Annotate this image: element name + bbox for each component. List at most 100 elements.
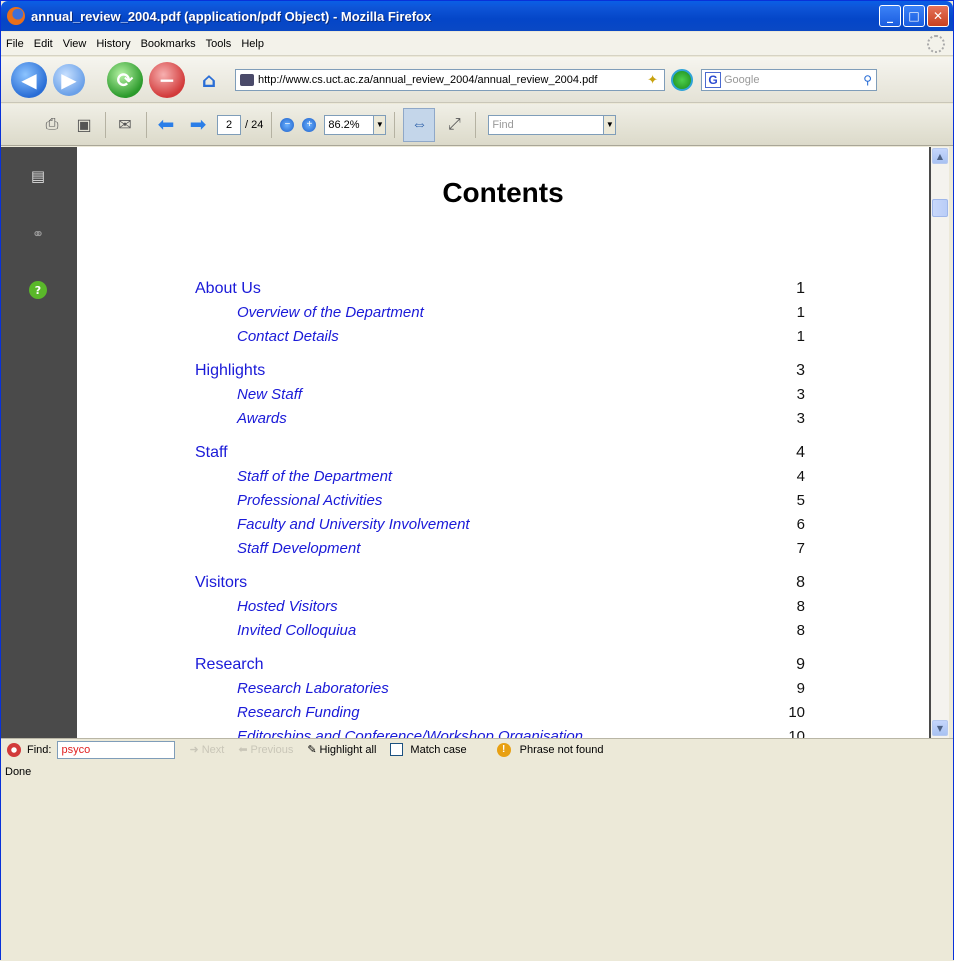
toc-subsection[interactable]: Staff Development 7: [195, 537, 805, 561]
toc-entry-title: Professional Activities: [237, 492, 383, 509]
toc-entry-title: Research Laboratories: [237, 680, 389, 697]
maximize-button[interactable]: □: [903, 5, 925, 27]
toc-section[interactable]: About Us 1: [195, 277, 805, 301]
zoom-out-icon[interactable]: −: [280, 117, 295, 132]
firefox-logo-icon: [7, 7, 25, 25]
find-status: ! Phrase not found: [496, 742, 604, 757]
menu-view[interactable]: View: [58, 38, 92, 50]
match-case-label: Match case: [410, 743, 467, 756]
toc-entry-page: 1: [796, 328, 805, 345]
toc-subsection[interactable]: Staff of the Department 4: [195, 465, 805, 489]
search-box[interactable]: G Google ⚲: [701, 68, 877, 91]
toc-subsection[interactable]: Contact Details 1: [195, 325, 805, 349]
vertical-scrollbar[interactable]: ▲ ▼: [931, 147, 949, 738]
toc-entry-page: 9: [796, 680, 805, 697]
toc-subsection[interactable]: New Staff 3: [195, 383, 805, 407]
find-label: Find:: [27, 743, 52, 756]
toc-entry-page: 8: [796, 598, 805, 615]
save-icon[interactable]: ▣: [71, 112, 97, 138]
print-icon[interactable]: ⎙: [39, 112, 65, 138]
window-title: annual_review_2004.pdf (application/pdf …: [31, 8, 432, 24]
match-case-checkbox[interactable]: Match case: [390, 743, 467, 756]
find-next-label: Next: [201, 743, 225, 756]
toc-entry-page: 10: [788, 728, 805, 738]
find-status-text: Phrase not found: [519, 743, 604, 756]
throbber-icon: [927, 35, 945, 53]
toc-entry-page: 3: [796, 410, 805, 427]
scroll-thumb[interactable]: [932, 199, 948, 217]
toc-subsection[interactable]: Research Funding 10: [195, 701, 805, 725]
toc-subsection[interactable]: Research Laboratories 9: [195, 677, 805, 701]
menu-history[interactable]: History: [91, 38, 135, 50]
search-icon[interactable]: ⚲: [863, 73, 872, 87]
menu-file[interactable]: File: [1, 38, 29, 50]
fit-width-icon[interactable]: ⇔: [403, 107, 436, 142]
toc-entry-title: Visitors: [195, 574, 248, 591]
menu-edit[interactable]: Edit: [29, 38, 58, 50]
toc-entry-title: Awards: [237, 410, 287, 427]
toc-subsection[interactable]: Professional Activities 5: [195, 489, 805, 513]
toc-entry-title: Staff Development: [237, 540, 361, 557]
home-button[interactable]: ⌂: [191, 62, 227, 98]
help-icon[interactable]: ?: [29, 281, 47, 299]
toc-section[interactable]: Research 9: [195, 653, 805, 677]
toc-subsection[interactable]: Invited Colloquiua 8: [195, 619, 805, 643]
forward-button[interactable]: ▶: [53, 63, 85, 96]
menu-bar: File Edit View History Bookmarks Tools H…: [1, 32, 953, 56]
minimize-button[interactable]: _: [879, 5, 901, 27]
toc-entry-page: 4: [796, 468, 805, 485]
toc-subsection[interactable]: Editorships and Conference/Workshop Orga…: [195, 725, 805, 738]
find-next-button[interactable]: ➜ Next: [189, 743, 225, 757]
toc-entry-page: 5: [796, 492, 805, 509]
pages-icon[interactable]: ▤: [27, 165, 49, 187]
scroll-down-icon[interactable]: ▼: [932, 720, 948, 736]
close-button[interactable]: ✕: [927, 5, 949, 27]
zoom-dropdown-icon[interactable]: ▼: [374, 114, 387, 135]
toc-subsection[interactable]: Faculty and University Involvement 6: [195, 513, 805, 537]
stop-button[interactable]: −: [149, 61, 185, 98]
go-button[interactable]: [671, 68, 693, 91]
previous-page-icon[interactable]: ⬅: [153, 112, 179, 138]
scroll-up-icon[interactable]: ▲: [932, 148, 948, 164]
toc-section[interactable]: Staff 4: [195, 441, 805, 465]
toc-entry-page: 8: [796, 622, 805, 639]
bookmark-icon[interactable]: ✦: [647, 72, 658, 88]
next-page-icon[interactable]: ➡: [185, 112, 211, 138]
highlight-all-button[interactable]: ✎ Highlight all: [307, 743, 376, 757]
toc-entry-page: 7: [796, 540, 805, 557]
pdf-sidebar: ▤ ⚭ ? ⌇ ✎: [1, 147, 77, 889]
find-bar: Find: psyco ➜ Next ⬅ Previous ✎ Highligh…: [1, 738, 953, 760]
toc-entry-page: 10: [788, 704, 805, 721]
binoculars-icon[interactable]: ⚭: [27, 223, 49, 245]
page-number-input[interactable]: 2: [217, 114, 241, 135]
toc-subsection[interactable]: Awards 3: [195, 407, 805, 431]
toc-entry-title: Overview of the Department: [237, 304, 424, 321]
fit-page-icon[interactable]: ⤢: [441, 112, 467, 138]
email-icon[interactable]: ✉: [112, 112, 138, 138]
toc-entry-title: About Us: [195, 280, 261, 297]
toc-entry-title: Editorships and Conference/Workshop Orga…: [237, 728, 584, 738]
menu-help[interactable]: Help: [236, 38, 269, 50]
menu-bookmarks[interactable]: Bookmarks: [136, 38, 201, 50]
toc-subsection[interactable]: Hosted Visitors 8: [195, 595, 805, 619]
page-total: / 24: [245, 118, 264, 131]
page-title: Contents: [442, 177, 564, 208]
pdf-page: Contents About Us 1 Overview of the Depart…: [77, 147, 929, 738]
toc-section[interactable]: Highlights 3: [195, 359, 805, 383]
close-findbar-icon[interactable]: [7, 742, 21, 757]
toc-subsection[interactable]: Overview of the Department 1: [195, 301, 805, 325]
find-input[interactable]: psyco: [57, 740, 176, 759]
reload-button[interactable]: ⟳: [107, 61, 143, 98]
toc-entry-title: Faculty and University Involvement: [237, 516, 470, 533]
find-previous-button[interactable]: ⬅ Previous: [238, 743, 293, 757]
zoom-select[interactable]: 86.2%: [324, 114, 375, 135]
pdf-find-input[interactable]: Find: [488, 114, 605, 135]
toc-section[interactable]: Visitors 8: [195, 571, 805, 595]
url-bar[interactable]: http://www.cs.uct.ac.za/annual_review_20…: [235, 68, 665, 91]
toc-entry-page: 9: [796, 656, 805, 673]
toc-entry-page: 4: [796, 444, 805, 461]
back-button[interactable]: ◀: [11, 61, 47, 98]
menu-tools[interactable]: Tools: [201, 38, 237, 50]
find-dropdown-icon[interactable]: ▼: [604, 114, 617, 135]
zoom-in-icon[interactable]: +: [302, 117, 317, 132]
